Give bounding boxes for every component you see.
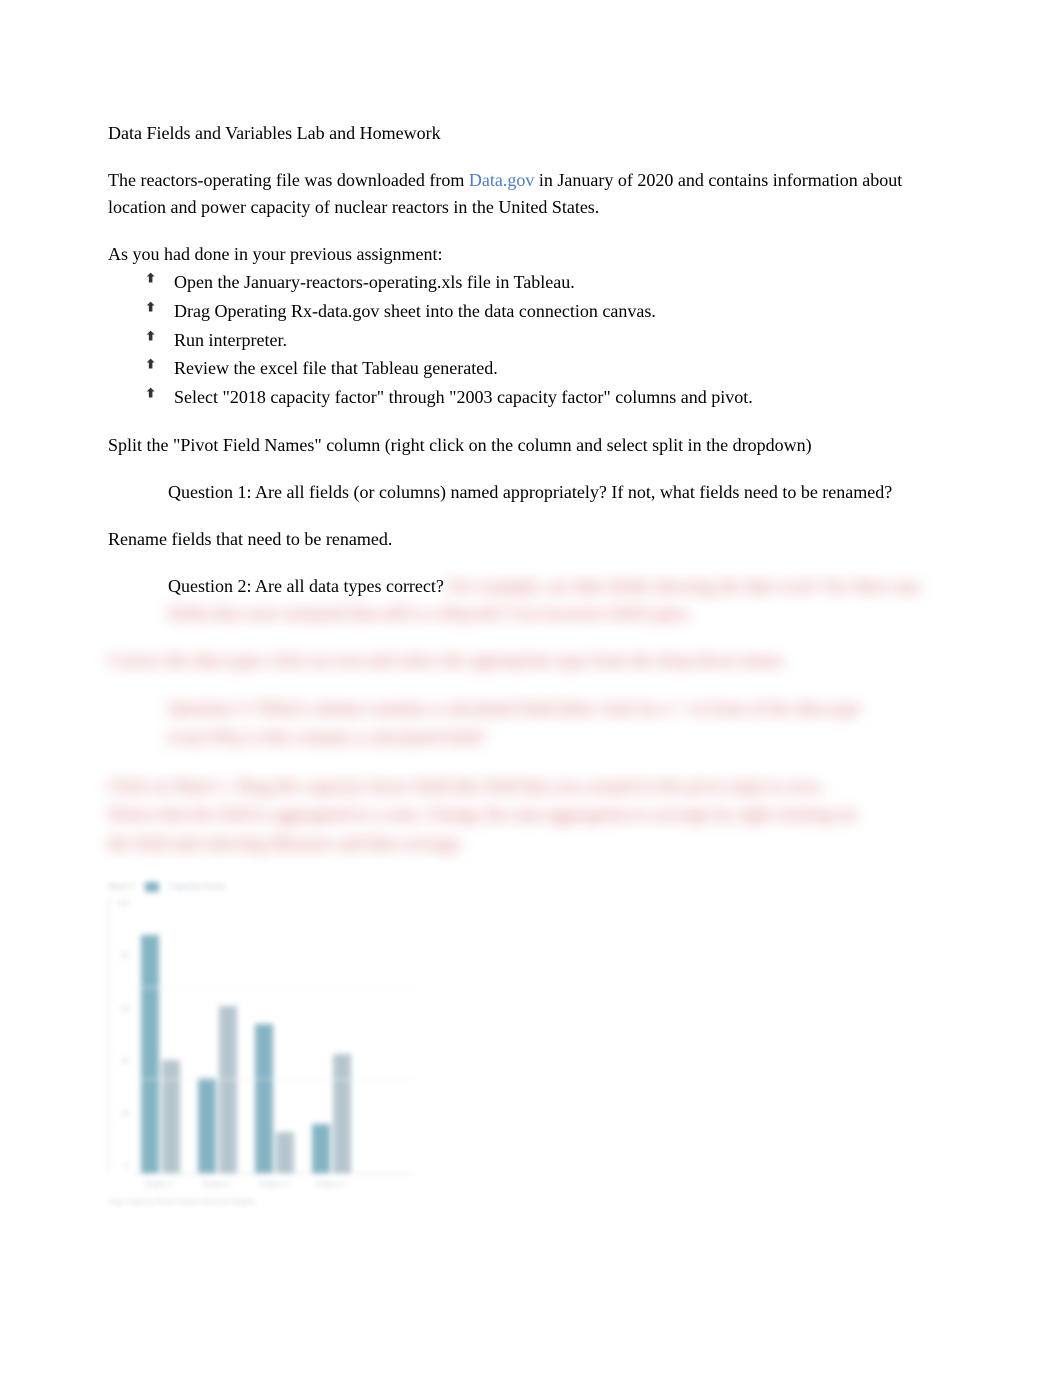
bar: [141, 935, 159, 1173]
hidden-sheet-line3: the field and selecting Measure and then…: [108, 829, 954, 858]
bar: [276, 1132, 294, 1173]
legend-swatch: [145, 882, 159, 892]
question-2-visible: Question 2: Are all data types correct?: [168, 576, 444, 596]
hidden-question-3: Question 3: Which column contains a calc…: [168, 694, 954, 752]
chart-header: Sheet 1 Capacity Factor: [108, 878, 413, 896]
x-tick: Region 4: [311, 1178, 350, 1190]
bar: [255, 1024, 273, 1173]
x-tick: Region 3: [254, 1178, 293, 1190]
previous-assignment-intro: As you had done in your previous assignm…: [108, 241, 954, 268]
chart-body: 100 80 60 40 20 0: [108, 896, 413, 1174]
y-tick: 0: [125, 1160, 129, 1172]
hidden-sheet-line1: Click on Sheet 1. Drag the capacity fact…: [108, 772, 954, 801]
chart-footer: Avg. Capacity Factor broken down by Regi…: [108, 1196, 413, 1208]
intro-paragraph: The reactors-operating file was download…: [108, 167, 954, 221]
bar-group: [141, 935, 180, 1173]
chart-plot-area: [133, 896, 413, 1174]
x-tick: Region 1: [140, 1178, 179, 1190]
bar-group: [198, 1006, 237, 1173]
y-axis: 100 80 60 40 20 0: [109, 896, 133, 1174]
y-tick: 60: [121, 1003, 129, 1015]
bar-group: [255, 1024, 294, 1173]
y-tick: 80: [121, 950, 129, 962]
list-item: Open the January-reactors-operating.xls …: [146, 268, 954, 297]
split-instruction: Split the "Pivot Field Names" column (ri…: [108, 432, 954, 459]
hidden-q3-line1: Question 3: Which column contains a calc…: [168, 694, 954, 723]
doc-title: Data Fields and Variables Lab and Homewo…: [108, 120, 954, 147]
legend-label: Capacity Factor: [169, 880, 226, 894]
question-1: Question 1: Are all fields (or columns) …: [168, 479, 954, 506]
list-item: Review the excel file that Tableau gener…: [146, 354, 954, 383]
list-item: Run interpreter.: [146, 326, 954, 355]
hidden-sheet-line2: Notice that the field is aggregated to a…: [108, 800, 954, 829]
x-tick: Region 2: [197, 1178, 236, 1190]
question-2-hidden-inline: For example, are date fields showing the…: [448, 576, 849, 596]
rename-instruction: Rename fields that need to be renamed.: [108, 526, 954, 553]
intro-prefix: The reactors-operating file was download…: [108, 170, 469, 190]
list-item: Select "2018 capacity factor" through "2…: [146, 383, 954, 412]
chart-title: Sheet 1: [108, 880, 135, 894]
bar: [219, 1006, 237, 1173]
hidden-correct-types: Correct the data types click on icon and…: [108, 647, 954, 674]
hidden-sheet-instructions: Click on Sheet 1. Drag the capacity fact…: [108, 772, 954, 858]
y-tick: 20: [121, 1108, 129, 1120]
data-gov-link[interactable]: Data.gov: [469, 170, 534, 190]
bar: [198, 1078, 216, 1173]
question-2: Question 2: Are all data types correct? …: [168, 573, 954, 627]
chart-preview: Sheet 1 Capacity Factor 100 80 60 40 20 …: [108, 878, 413, 1198]
y-tick: 100: [117, 898, 129, 910]
hidden-q3-line2: icon) Why is this column a calculated fi…: [168, 723, 954, 752]
bar-group: [312, 1054, 351, 1173]
bar: [333, 1054, 351, 1173]
bar: [312, 1124, 330, 1173]
y-tick: 40: [121, 1055, 129, 1067]
x-axis: Region 1 Region 2 Region 3 Region 4: [132, 1174, 413, 1190]
bar: [162, 1060, 180, 1173]
instruction-list: Open the January-reactors-operating.xls …: [146, 268, 954, 412]
list-item: Drag Operating Rx-data.gov sheet into th…: [146, 297, 954, 326]
